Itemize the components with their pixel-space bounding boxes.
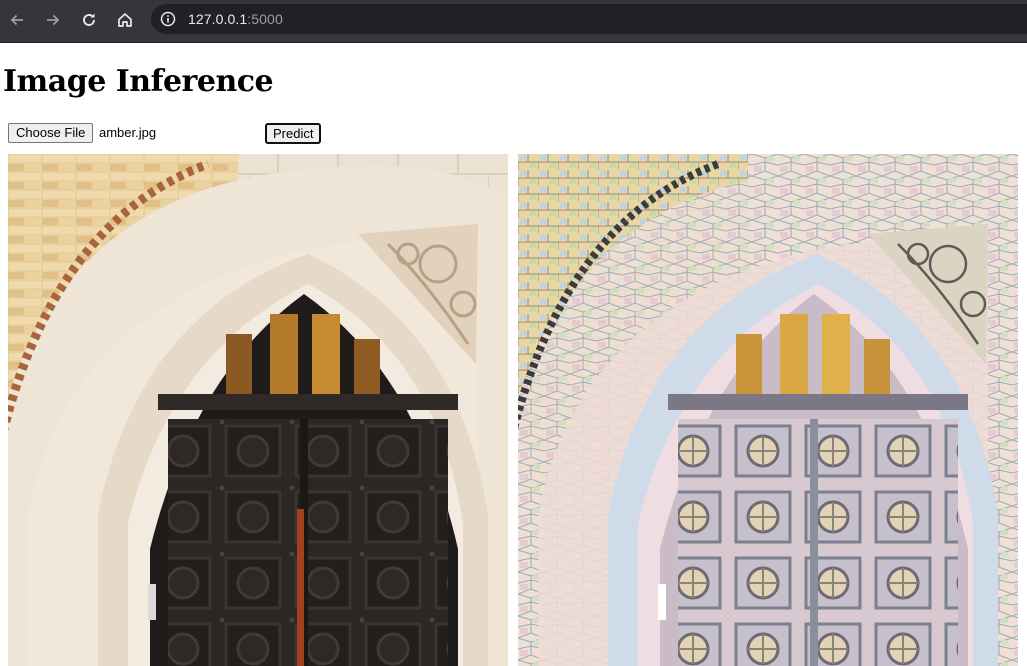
upload-form: Choose File amber.jpg Predict [8,123,338,145]
reload-icon[interactable] [76,7,102,33]
original-image-graphic [8,154,508,666]
forward-icon[interactable] [40,7,66,33]
stylized-image [518,154,1018,666]
selected-file-name: amber.jpg [99,125,157,140]
home-icon[interactable] [112,7,138,33]
back-icon[interactable] [4,7,30,33]
url-text: 127.0.0.1:5000 [188,11,283,27]
url-host: 127.0.0.1 [188,11,248,27]
choose-file-button[interactable]: Choose File [8,123,94,143]
predict-button[interactable]: Predict [265,123,322,144]
address-bar[interactable]: 127.0.0.1:5000 [151,4,1027,34]
url-port: :5000 [247,11,283,27]
browser-toolbar: 127.0.0.1:5000 [0,0,1027,43]
info-icon[interactable] [160,11,176,27]
original-image [8,154,508,666]
stylized-image-graphic [518,154,1018,666]
page-title: Image Inference [3,64,274,99]
